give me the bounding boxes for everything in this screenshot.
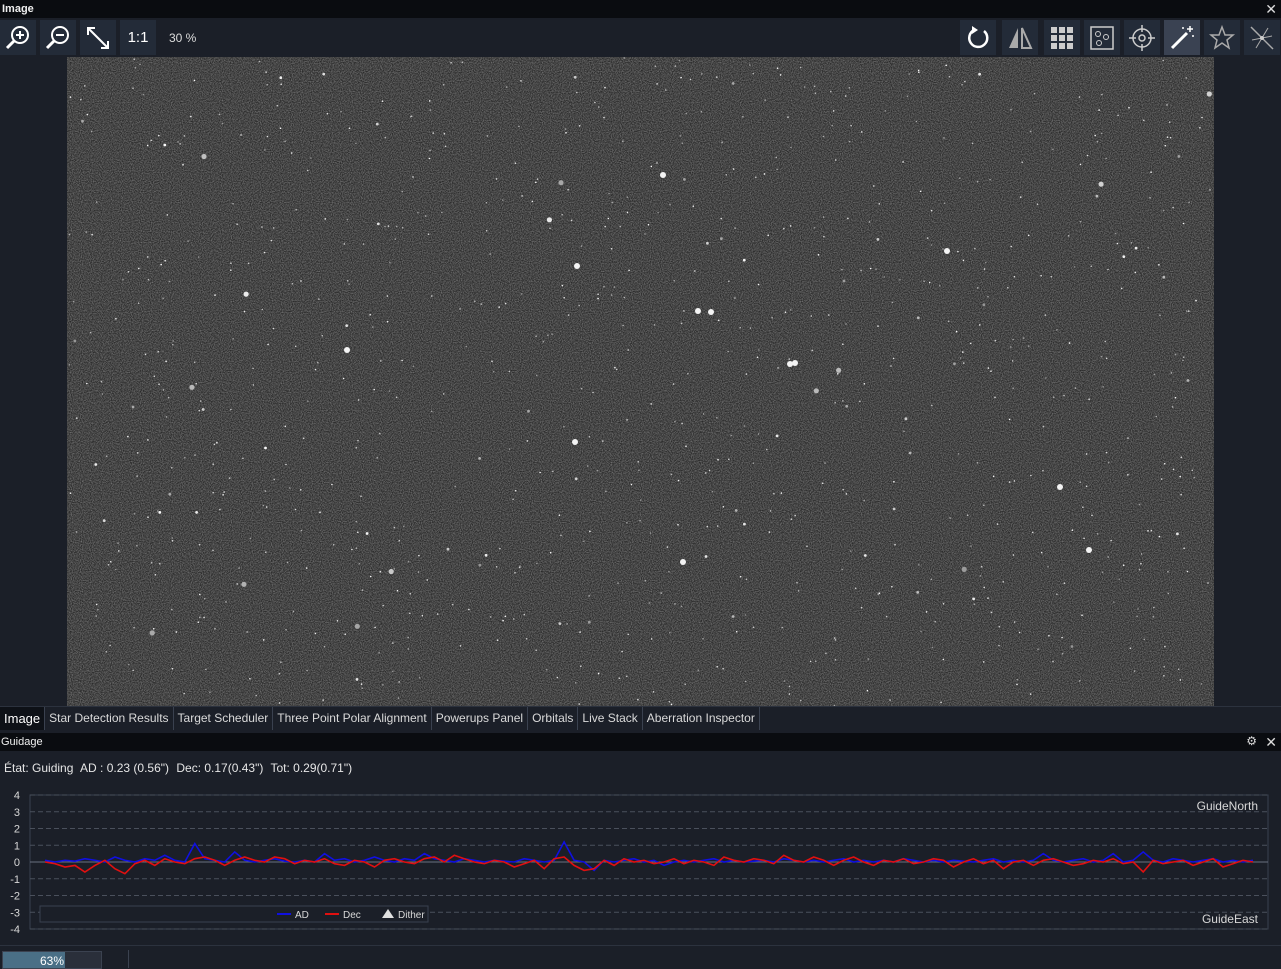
y-tick-label: 1 bbox=[14, 840, 20, 852]
guiding-state: État: Guiding bbox=[4, 761, 74, 775]
y-tick-label: -1 bbox=[10, 874, 20, 886]
tab-target-scheduler[interactable]: Target Scheduler bbox=[174, 707, 274, 730]
fit-to-screen-button[interactable] bbox=[80, 20, 116, 55]
star-annotation-button[interactable] bbox=[1204, 20, 1240, 55]
one-to-one-button[interactable]: 1:1 bbox=[120, 20, 156, 55]
close-icon[interactable]: ✕ bbox=[1265, 0, 1277, 18]
tab-three-point-polar-alignment[interactable]: Three Point Polar Alignment bbox=[273, 707, 432, 730]
grid-overlay-icon bbox=[1051, 26, 1073, 49]
tab-powerups-panel[interactable]: Powerups Panel bbox=[432, 707, 529, 730]
flip-button[interactable] bbox=[1002, 20, 1038, 55]
flip-icon bbox=[1009, 27, 1033, 49]
crosshair-button[interactable] bbox=[1124, 20, 1160, 55]
y-tick-label: 3 bbox=[14, 807, 20, 819]
crosshair-icon bbox=[1129, 24, 1155, 51]
progress-bar: 63% bbox=[2, 951, 102, 969]
y-tick-label: 2 bbox=[14, 824, 20, 836]
tab-live-stack[interactable]: Live Stack bbox=[578, 707, 643, 730]
legend-label-dec: Dec bbox=[343, 910, 361, 921]
tab-image[interactable]: Image bbox=[0, 707, 46, 730]
star-detection-button[interactable] bbox=[1084, 20, 1120, 55]
zoom-out-icon bbox=[45, 25, 69, 49]
guiding-dec-error: Dec: 0.17(0.43") bbox=[176, 761, 264, 775]
label-guide-east: GuideEast bbox=[1202, 912, 1259, 926]
y-tick-label: -3 bbox=[10, 907, 20, 919]
label-guide-north: GuideNorth bbox=[1197, 799, 1258, 813]
star-spikes-icon bbox=[1250, 25, 1274, 50]
legend-label-dither: Dither bbox=[398, 910, 425, 921]
image-panel-title: Image bbox=[2, 3, 34, 15]
zoom-in-icon bbox=[5, 25, 29, 49]
guiding-status-line: État: Guiding AD : 0.23 (0.56") Dec: 0.1… bbox=[4, 761, 356, 775]
image-panel-titlebar: Image ✕ bbox=[0, 0, 1281, 18]
guiding-panel-title: Guidage bbox=[1, 736, 43, 748]
grid-overlay-button[interactable] bbox=[1044, 20, 1080, 55]
progress-text: 63% bbox=[39, 954, 65, 968]
zoom-level: 30 % bbox=[169, 31, 197, 45]
star-field-image[interactable] bbox=[67, 57, 1214, 706]
zoom-in-button[interactable] bbox=[0, 20, 36, 55]
legend-label-ad: AD bbox=[295, 910, 309, 921]
status-bar: 63% bbox=[0, 945, 1281, 969]
guiding-total-error: Tot: 0.29(0.71") bbox=[270, 761, 353, 775]
guiding-panel-titlebar: Guidage ⚙ ✕ bbox=[0, 733, 1281, 751]
y-tick-label: -2 bbox=[10, 891, 20, 903]
legend-box bbox=[39, 905, 429, 923]
y-tick-label: 0 bbox=[14, 857, 20, 869]
tab-bar: Image Star Detection Results Target Schedu… bbox=[0, 706, 1281, 730]
gear-icon[interactable]: ⚙ bbox=[1246, 734, 1257, 748]
tab-aberration-inspector[interactable]: Aberration Inspector bbox=[643, 707, 760, 730]
guiding-panel: État: Guiding AD : 0.23 (0.56") Dec: 0.1… bbox=[0, 751, 1281, 944]
star-annotation-icon bbox=[1208, 24, 1236, 50]
guiding-ra-error: AD : 0.23 (0.56") bbox=[80, 761, 170, 775]
image-toolbar: 1:1 30 % bbox=[0, 18, 1281, 57]
tab-orbitals[interactable]: Orbitals bbox=[528, 707, 579, 730]
status-separator bbox=[128, 950, 129, 968]
star-detection-icon bbox=[1090, 25, 1114, 50]
fit-to-screen-icon bbox=[87, 26, 109, 49]
zoom-out-button[interactable] bbox=[40, 20, 76, 55]
magic-wand-icon bbox=[1170, 25, 1194, 49]
close-icon[interactable]: ✕ bbox=[1265, 733, 1277, 751]
auto-stretch-icon bbox=[968, 25, 989, 48]
tab-star-detection-results[interactable]: Star Detection Results bbox=[45, 707, 174, 730]
y-tick-label: -4 bbox=[10, 924, 20, 936]
star-spikes-button[interactable] bbox=[1244, 20, 1280, 55]
y-tick-label: 4 bbox=[14, 790, 20, 802]
auto-stretch-button[interactable] bbox=[960, 20, 996, 55]
guiding-chart[interactable]: 4 3 2 1 0 -1 -2 -3 -4 GuideNorth GuideEast AD Dec Dit… bbox=[0, 787, 1281, 944]
magic-wand-button[interactable] bbox=[1164, 20, 1200, 55]
image-viewer[interactable] bbox=[0, 57, 1281, 706]
